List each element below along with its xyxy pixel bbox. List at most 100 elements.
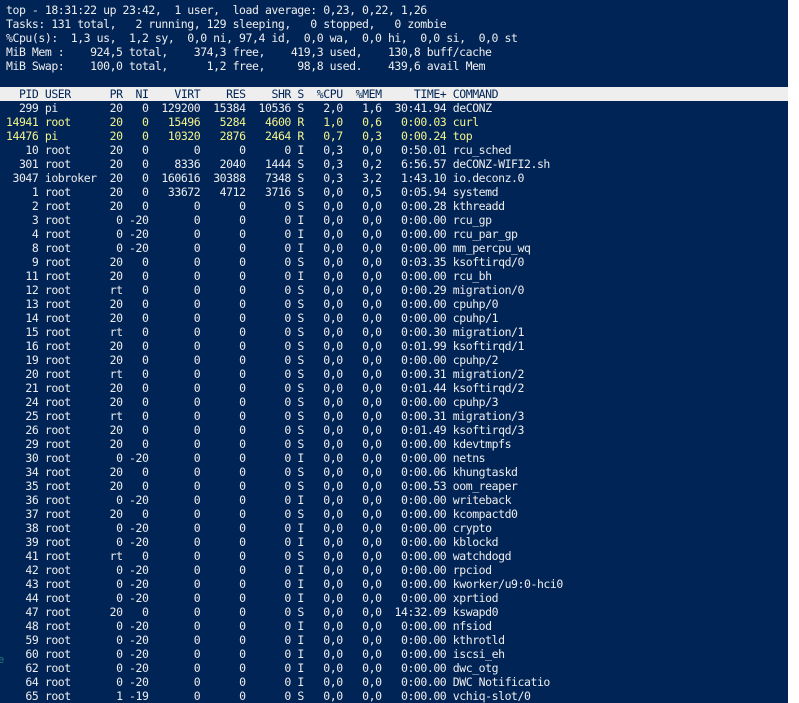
process-row: 20 root rt 0 0 0 0 S 0,0 0,0 0:00.31 mig… — [0, 367, 788, 381]
col-shr: 0 — [245, 395, 291, 409]
col-pr: 20 — [103, 171, 123, 185]
col-command: oom_reaper — [452, 479, 518, 493]
col-user: root — [44, 493, 104, 507]
col-cpu: 0,3 — [303, 171, 343, 185]
col-shr: 1444 — [245, 157, 291, 171]
col-cpu: 0,0 — [303, 507, 343, 521]
col-shr: 0 — [245, 283, 291, 297]
col-time: 0:00.00 — [381, 535, 447, 549]
col-command: crypto — [452, 521, 492, 535]
col-virt: 0 — [148, 675, 201, 689]
col-shr: 0 — [245, 535, 291, 549]
col-ni: 0 — [122, 465, 149, 479]
col-cpu: 0,0 — [303, 591, 343, 605]
col-user: root — [44, 451, 104, 465]
col-shr: 0 — [245, 591, 291, 605]
col-pid: 4 — [6, 227, 39, 241]
col-virt: VIRT — [148, 87, 201, 101]
col-user: root — [44, 479, 104, 493]
col-res: 0 — [200, 283, 246, 297]
process-row: 13 root 20 0 0 0 0 S 0,0 0,0 0:00.00 cpu… — [0, 297, 788, 311]
col-time: 0:00.03 — [381, 115, 447, 129]
col-time: 0:01.99 — [381, 339, 447, 353]
col-shr: 2464 — [245, 129, 291, 143]
col-res: 0 — [200, 255, 246, 269]
process-row: 299 pi 20 0 129200 15384 10536 S 2,0 1,6… — [0, 101, 788, 115]
col-shr: 0 — [245, 549, 291, 563]
process-row: 26 root 20 0 0 0 0 S 0,0 0,0 0:01.49 kso… — [0, 423, 788, 437]
col-virt: 0 — [148, 493, 201, 507]
col-mem: 0,0 — [342, 549, 382, 563]
col-command: ksoftirqd/3 — [452, 423, 525, 437]
process-row: 24 root 20 0 0 0 0 S 0,0 0,0 0:00.00 cpu… — [0, 395, 788, 409]
process-row: 48 root 0 -20 0 0 0 I 0,0 0,0 0:00.00 nf… — [0, 619, 788, 633]
col-res: 0 — [200, 493, 246, 507]
col-mem: 0,0 — [342, 493, 382, 507]
col-state: S — [290, 297, 304, 311]
col-user: root — [44, 507, 104, 521]
col-time: 0:00.00 — [381, 661, 447, 675]
col-shr: 0 — [245, 521, 291, 535]
col-ni: -20 — [122, 591, 149, 605]
col-user: root — [44, 241, 104, 255]
col-mem: 0,0 — [342, 647, 382, 661]
col-mem: 0,0 — [342, 269, 382, 283]
col-pid: 39 — [6, 535, 39, 549]
col-shr: 0 — [245, 563, 291, 577]
col-command: deCONZ — [452, 101, 492, 115]
col-cpu: 0,7 — [303, 129, 343, 143]
col-ni: -20 — [122, 661, 149, 675]
col-ni: 0 — [122, 479, 149, 493]
process-row: 8 root 0 -20 0 0 0 I 0,0 0,0 0:00.00 mm_… — [0, 241, 788, 255]
col-shr: 0 — [245, 633, 291, 647]
col-command: kdevtmpfs — [452, 437, 512, 451]
col-pid: 48 — [6, 619, 39, 633]
col-pid: 64 — [6, 675, 39, 689]
col-pid: PID — [6, 87, 39, 101]
col-state: S — [290, 605, 304, 619]
col-state: S — [290, 423, 304, 437]
col-ni: -20 — [122, 521, 149, 535]
col-mem: 0,0 — [342, 241, 382, 255]
col-shr: 0 — [245, 227, 291, 241]
col-user: root — [44, 423, 104, 437]
col-res: 0 — [200, 619, 246, 633]
col-mem: 0,0 — [342, 367, 382, 381]
col-command: rpciod — [452, 563, 492, 577]
col-time: 6:56.57 — [381, 157, 447, 171]
col-pr: 20 — [103, 381, 123, 395]
col-pid: 21 — [6, 381, 39, 395]
col-time: 0:00.00 — [381, 241, 447, 255]
col-time: 0:00.00 — [381, 269, 447, 283]
col-res: 0 — [200, 549, 246, 563]
col-state: I — [290, 521, 304, 535]
col-time: 0:05.94 — [381, 185, 447, 199]
col-shr: 0 — [245, 619, 291, 633]
col-time: 0:50.01 — [381, 143, 447, 157]
col-res: 0 — [200, 423, 246, 437]
terminal-window[interactable]: top - 18:31:22 up 23:42, 1 user, load av… — [0, 0, 788, 703]
process-row: 9 root 20 0 0 0 0 S 0,0 0,0 0:03.35 ksof… — [0, 255, 788, 269]
col-ni: 0 — [122, 339, 149, 353]
edge-glyph: e — [0, 654, 5, 666]
col-state: I — [290, 633, 304, 647]
col-state: S — [290, 311, 304, 325]
col-virt: 8336 — [148, 157, 201, 171]
col-virt: 0 — [148, 689, 201, 703]
col-pr: 0 — [103, 563, 123, 577]
col-cpu: 0,0 — [303, 423, 343, 437]
col-pr: 20 — [103, 605, 123, 619]
process-row: 19 root 20 0 0 0 0 S 0,0 0,0 0:00.00 cpu… — [0, 353, 788, 367]
col-res: 0 — [200, 605, 246, 619]
col-virt: 0 — [148, 619, 201, 633]
col-pid: 14 — [6, 311, 39, 325]
col-pr: 20 — [103, 437, 123, 451]
process-row: 65 root 1 -19 0 0 0 S 0,0 0,0 0:00.00 vc… — [0, 689, 788, 703]
col-pr: 20 — [103, 255, 123, 269]
col-cpu: 0,0 — [303, 283, 343, 297]
col-shr: 0 — [245, 213, 291, 227]
col-cpu: 0,0 — [303, 451, 343, 465]
col-mem: 1,6 — [342, 101, 382, 115]
col-virt: 0 — [148, 297, 201, 311]
col-state: S — [290, 255, 304, 269]
